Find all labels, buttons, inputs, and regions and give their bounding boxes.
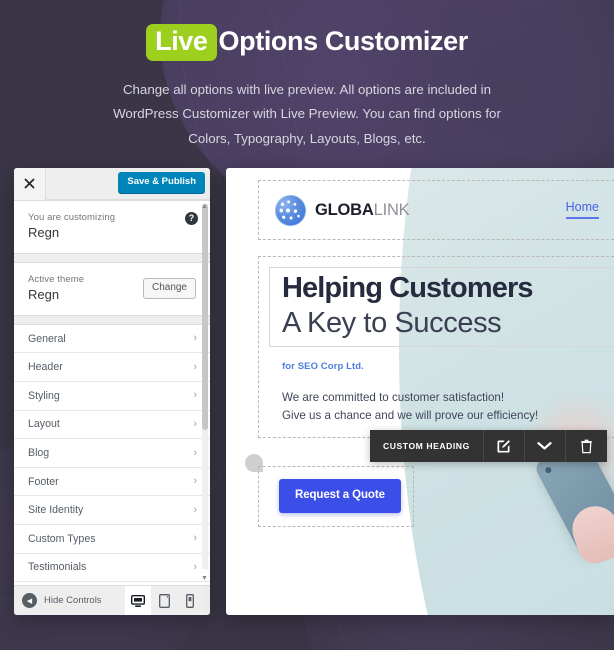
sidebar-item-label: Blog: [28, 447, 50, 460]
request-a-quote-button[interactable]: Request a Quote: [279, 479, 401, 513]
hero-paragraph-line: Give us a chance and we will prove our e…: [282, 408, 539, 422]
panel-divider: [14, 253, 210, 262]
chevron-down-icon[interactable]: [525, 430, 566, 462]
close-icon[interactable]: [14, 168, 46, 200]
customizer-topbar: Save & Publish: [14, 168, 210, 200]
customizer-footer: ◀ Hide Controls: [14, 585, 210, 615]
hero-subtitle-line: WordPress Customizer with Live Preview. …: [113, 106, 501, 122]
chevron-right-icon: ›: [193, 389, 197, 402]
hide-controls-button[interactable]: ◀ Hide Controls: [22, 593, 102, 608]
customizing-value: Regn: [28, 225, 60, 240]
sidebar-item-label: Site Identity: [28, 504, 84, 517]
customizing-panel: You are customizing Regn ?: [14, 200, 210, 254]
chevron-right-icon: ›: [193, 475, 197, 488]
sidebar-item-site-identity[interactable]: Site Identity ›: [14, 496, 210, 526]
sidebar-item-label: Header: [28, 361, 63, 374]
customizer-scroll-area: You are customizing Regn ? Active theme …: [14, 200, 210, 585]
sidebar-item-label: Custom Types: [28, 532, 96, 545]
sidebar-item-header[interactable]: Header ›: [14, 353, 210, 383]
globe-logo-icon: [275, 194, 306, 226]
save-and-publish-button[interactable]: Save & Publish: [118, 172, 205, 193]
hero-tagline: for SEO Corp Ltd.: [282, 360, 364, 372]
sidebar-item-label: Layout: [28, 418, 60, 431]
preview-menu: Home: [565, 201, 614, 219]
heading-light: A Key to Success: [282, 306, 502, 339]
site-brand[interactable]: GLOBALINK: [259, 194, 410, 226]
hero-subtitle: Change all options with live preview. Al…: [0, 78, 614, 152]
sidebar-scrollbar-thumb[interactable]: [202, 204, 208, 430]
customizer-sidebar: Save & Publish You are customizing Regn …: [14, 168, 210, 615]
preview-cta-block: Request a Quote: [258, 466, 414, 527]
preview-hero-block: Helping Customers A Key to Success for S…: [258, 256, 614, 438]
widget-edit-title: CUSTOM HEADING: [370, 430, 484, 462]
hero-paragraphs: We are committed to customer satisfactio…: [269, 389, 614, 425]
trash-icon[interactable]: [566, 430, 607, 462]
brand-bold: GLOBA: [315, 200, 374, 219]
chevron-right-icon: ›: [193, 332, 197, 345]
scroll-down-icon[interactable]: ▼: [200, 574, 209, 583]
customizer-section-list: General › Header › Styling › Layout › Bl…: [14, 323, 210, 585]
hero-section: Live Options Customizer Change all option…: [0, 0, 614, 151]
preview-navbar: GLOBALINK Home: [258, 180, 614, 240]
mobile-icon[interactable]: [177, 586, 203, 615]
help-icon[interactable]: ?: [185, 212, 198, 225]
hide-controls-label: Hide Controls: [44, 595, 102, 606]
active-theme-panel: Active theme Regn Change: [14, 261, 210, 316]
sidebar-item-label: Styling: [28, 389, 60, 402]
tablet-icon[interactable]: [151, 586, 177, 615]
change-theme-button[interactable]: Change: [142, 277, 196, 299]
heading-bold: Helping Customers: [282, 272, 533, 304]
chevron-right-icon: ›: [193, 532, 197, 545]
active-theme-eyebrow: Active theme: [28, 273, 85, 285]
customizer-shell: Save & Publish You are customizing Regn …: [0, 168, 614, 623]
live-badge: Live: [146, 24, 217, 61]
page-title-rest: Options Customizer: [218, 26, 469, 56]
chevron-right-icon: ›: [193, 503, 197, 516]
edit-icon[interactable]: [484, 430, 525, 462]
menu-item-home[interactable]: Home: [565, 201, 599, 219]
page-root: Live Options Customizer Change all option…: [0, 0, 614, 650]
sidebar-item-label: General: [28, 332, 66, 345]
brand-text: GLOBALINK: [315, 200, 410, 219]
chevron-right-icon: ›: [193, 417, 197, 430]
hero-subtitle-line: Change all options with live preview. Al…: [122, 81, 492, 97]
chevron-right-icon: ›: [193, 560, 197, 573]
site-preview: GLOBALINK Home Helping Customers A Key t…: [226, 168, 614, 615]
sidebar-item-blog[interactable]: Blog ›: [14, 439, 210, 468]
collapse-icon: ◀: [22, 593, 37, 608]
scroll-up-icon[interactable]: ▲: [200, 202, 209, 211]
sidebar-item-testimonials[interactable]: Testimonials ›: [14, 554, 210, 583]
sidebar-item-footer[interactable]: Footer ›: [14, 468, 210, 497]
sidebar-item-general[interactable]: General ›: [14, 325, 210, 354]
chevron-right-icon: ›: [193, 360, 197, 373]
sidebar-item-styling[interactable]: Styling ›: [14, 382, 210, 411]
hero-subtitle-line: Colors, Typography, Layouts, Blogs, etc.: [188, 130, 426, 146]
page-title: Live Options Customizer: [0, 24, 614, 61]
desktop-icon[interactable]: [125, 586, 151, 615]
sidebar-item-label: Footer: [28, 475, 59, 488]
device-preview-group: [125, 586, 203, 615]
customizing-eyebrow: You are customizing: [28, 212, 116, 223]
panel-divider: [14, 315, 210, 324]
hero-paragraph-line: We are committed to customer satisfactio…: [282, 390, 505, 404]
sidebar-item-layout[interactable]: Layout ›: [14, 411, 210, 440]
sidebar-item-custom-types[interactable]: Custom Types ›: [14, 525, 210, 554]
sidebar-item-label: Testimonials: [28, 561, 87, 574]
chevron-right-icon: ›: [193, 446, 197, 459]
active-theme-value: Regn: [28, 286, 60, 302]
widget-edit-toolbar: CUSTOM HEADING: [370, 430, 607, 462]
brand-light: LINK: [373, 200, 410, 219]
custom-heading-widget[interactable]: Helping Customers A Key to Success: [269, 267, 614, 347]
